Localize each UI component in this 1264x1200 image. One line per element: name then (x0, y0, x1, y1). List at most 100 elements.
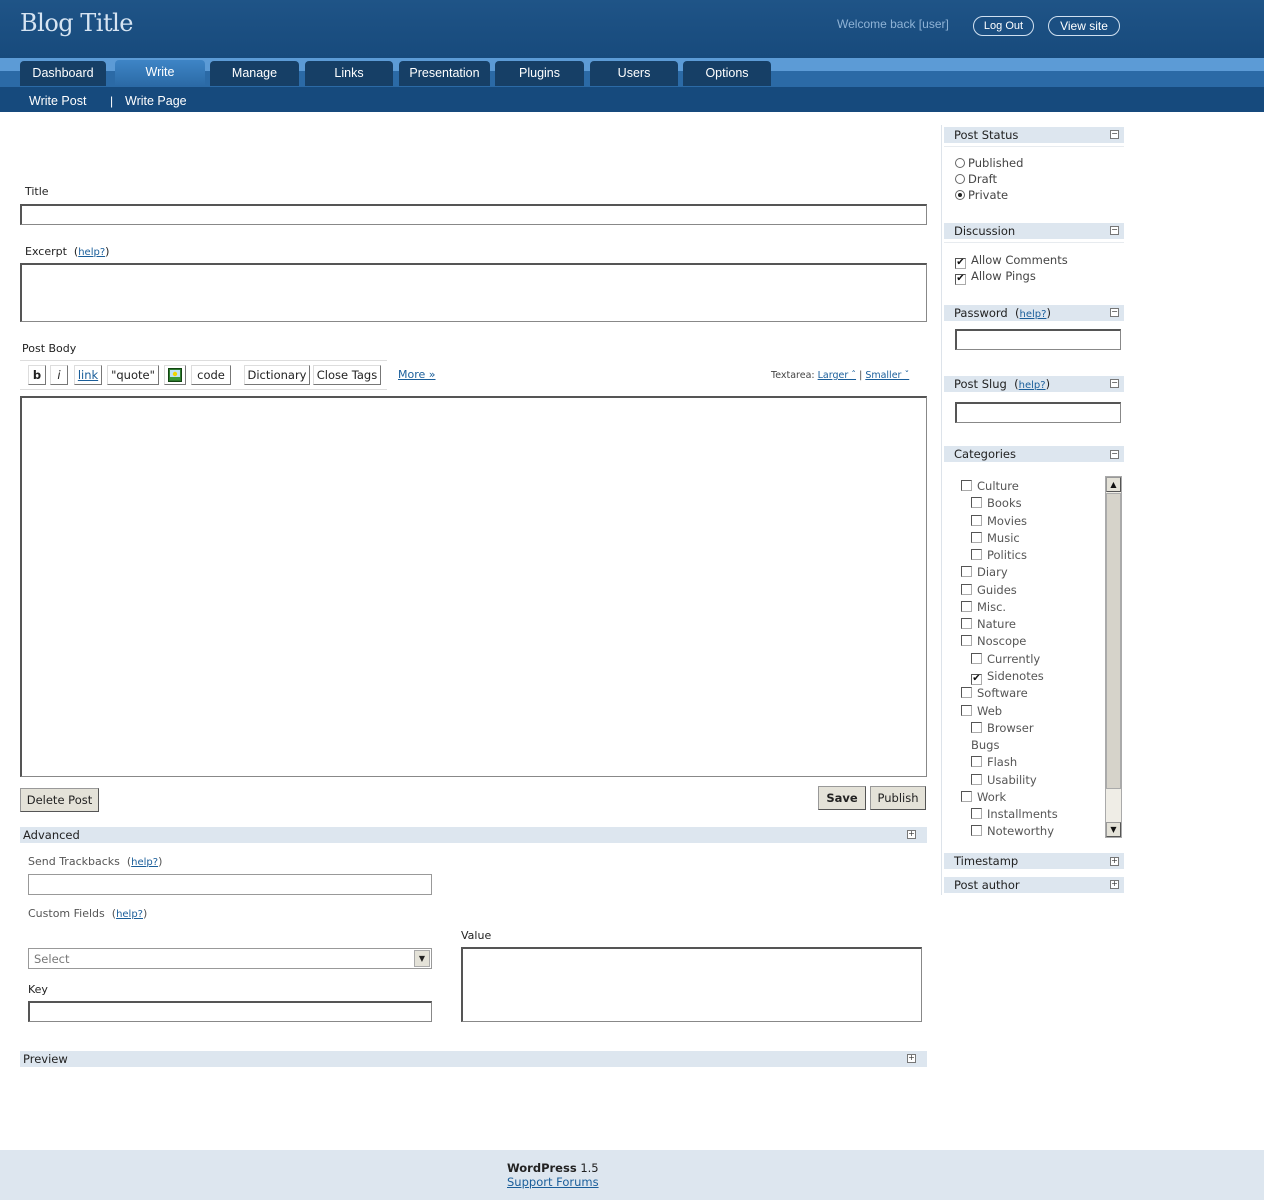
checkbox-icon[interactable] (971, 652, 982, 664)
chevron-down-icon[interactable]: ▼ (414, 950, 430, 967)
key-input[interactable] (28, 1001, 432, 1022)
tab-dashboard[interactable]: Dashboard (20, 61, 106, 86)
post-slug-input[interactable] (955, 402, 1121, 423)
category-item[interactable]: Noscope (961, 634, 1026, 648)
category-item[interactable]: Noteworthy (971, 824, 1054, 838)
discussion-header[interactable]: Discussion (944, 222, 1124, 239)
tab-manage[interactable]: Manage (210, 61, 299, 86)
checkbox-icon[interactable] (961, 583, 972, 595)
dictionary-button[interactable]: Dictionary (244, 365, 310, 385)
checkbox-icon[interactable] (961, 790, 972, 802)
preview-section-header[interactable]: Preview (20, 1051, 927, 1067)
post-body-textarea[interactable] (20, 396, 927, 777)
close-tags-button[interactable]: Close Tags (313, 365, 381, 385)
checkbox-icon[interactable] (961, 618, 972, 630)
password-help-link[interactable]: help? (1020, 309, 1047, 320)
category-item[interactable]: Currently (971, 652, 1040, 666)
custom-fields-help-link[interactable]: help? (116, 909, 143, 920)
category-item[interactable]: Guides (961, 583, 1017, 597)
smaller-link[interactable]: Smaller ˇ (865, 370, 909, 381)
post-slug-collapse-icon[interactable]: − (1110, 379, 1119, 388)
logout-button[interactable]: Log Out (973, 16, 1034, 36)
publish-button[interactable]: Publish (870, 786, 926, 810)
checkbox-icon[interactable] (971, 549, 982, 561)
category-item[interactable]: Books (971, 496, 1022, 510)
checkbox-icon[interactable] (971, 825, 982, 837)
tab-presentation[interactable]: Presentation (399, 61, 490, 86)
password-collapse-icon[interactable]: − (1110, 308, 1119, 317)
category-item[interactable]: Installments (971, 807, 1058, 821)
more-link[interactable]: More » (398, 368, 436, 381)
category-item[interactable]: Flash (971, 755, 1017, 769)
checkbox-icon[interactable] (971, 773, 982, 785)
categories-scrollbar[interactable]: ▲ ▼ (1105, 476, 1122, 838)
view-site-button[interactable]: View site (1048, 16, 1120, 36)
category-item[interactable]: Bugs (971, 738, 999, 752)
save-button[interactable]: Save (818, 786, 866, 810)
link-button[interactable]: link (74, 365, 102, 385)
tab-plugins[interactable]: Plugins (495, 61, 584, 86)
checkbox-icon[interactable] (971, 721, 982, 733)
category-item[interactable]: ✔ Sidenotes (971, 669, 1044, 685)
timestamp-header[interactable]: Timestamp (944, 852, 1124, 869)
radio-icon[interactable] (955, 158, 965, 168)
image-button[interactable] (164, 365, 186, 385)
post-status-header[interactable]: Post Status (944, 126, 1124, 143)
category-item[interactable]: Diary (961, 565, 1008, 579)
checkbox-icon[interactable] (961, 635, 972, 647)
category-item[interactable]: Misc. (961, 600, 1006, 614)
checkbox-checked-icon[interactable]: ✔ (955, 274, 966, 285)
category-item[interactable]: Work (961, 790, 1006, 804)
timestamp-expand-icon[interactable]: + (1110, 857, 1119, 866)
quote-button[interactable]: "quote" (107, 365, 159, 385)
advanced-section-header[interactable]: Advanced (20, 827, 927, 843)
scroll-up-icon[interactable]: ▲ (1106, 477, 1121, 492)
tab-options[interactable]: Options (683, 61, 771, 86)
post-author-header[interactable]: Post author (944, 876, 1124, 893)
category-item[interactable]: Software (961, 686, 1028, 700)
trackbacks-input[interactable] (28, 874, 432, 895)
checkbox-checked-icon[interactable]: ✔ (955, 258, 966, 269)
advanced-expand-icon[interactable]: + (907, 830, 916, 839)
category-item[interactable]: Movies (971, 514, 1027, 528)
bold-button[interactable]: b (28, 365, 46, 385)
category-item[interactable]: Politics (971, 548, 1027, 562)
trackbacks-help-link[interactable]: help? (131, 857, 158, 868)
support-forums-link[interactable]: Support Forums (507, 1175, 599, 1189)
tab-write[interactable]: Write (115, 60, 205, 86)
post-slug-help-link[interactable]: help? (1019, 380, 1046, 391)
allow-comments[interactable]: ✔ Allow Comments (955, 253, 1068, 269)
allow-pings[interactable]: ✔ Allow Pings (955, 269, 1036, 285)
subtab-write-page[interactable]: Write Page (125, 94, 187, 108)
excerpt-help-link[interactable]: help? (78, 247, 105, 258)
category-item[interactable]: Culture (961, 479, 1019, 493)
password-input[interactable] (955, 329, 1121, 350)
category-item[interactable]: Music (971, 531, 1020, 545)
checkbox-icon[interactable] (971, 756, 982, 768)
checkbox-checked-icon[interactable]: ✔ (971, 674, 982, 685)
larger-link[interactable]: Larger ˆ (818, 370, 856, 381)
italic-button[interactable]: i (50, 365, 68, 385)
preview-expand-icon[interactable]: + (907, 1054, 916, 1063)
checkbox-icon[interactable] (961, 687, 972, 699)
post-status-collapse-icon[interactable]: − (1110, 130, 1119, 139)
checkbox-icon[interactable] (961, 480, 972, 491)
checkbox-icon[interactable] (971, 514, 982, 526)
checkbox-icon[interactable] (971, 808, 982, 820)
checkbox-icon[interactable] (961, 566, 972, 578)
status-draft[interactable]: Draft (955, 172, 997, 186)
category-item[interactable]: Nature (961, 617, 1016, 631)
tab-users[interactable]: Users (590, 61, 678, 86)
custom-field-select[interactable]: Select ▼ (28, 948, 432, 969)
categories-header[interactable]: Categories (944, 445, 1124, 462)
categories-collapse-icon[interactable]: − (1110, 450, 1119, 459)
status-published[interactable]: Published (955, 156, 1023, 170)
post-author-expand-icon[interactable]: + (1110, 880, 1119, 889)
radio-icon[interactable] (955, 174, 965, 184)
tab-links[interactable]: Links (305, 61, 393, 86)
subtab-write-post[interactable]: Write Post (29, 94, 86, 108)
checkbox-icon[interactable] (961, 704, 972, 716)
scroll-thumb[interactable] (1106, 493, 1121, 789)
value-textarea[interactable] (461, 947, 922, 1022)
category-item[interactable]: Usability (971, 773, 1037, 787)
